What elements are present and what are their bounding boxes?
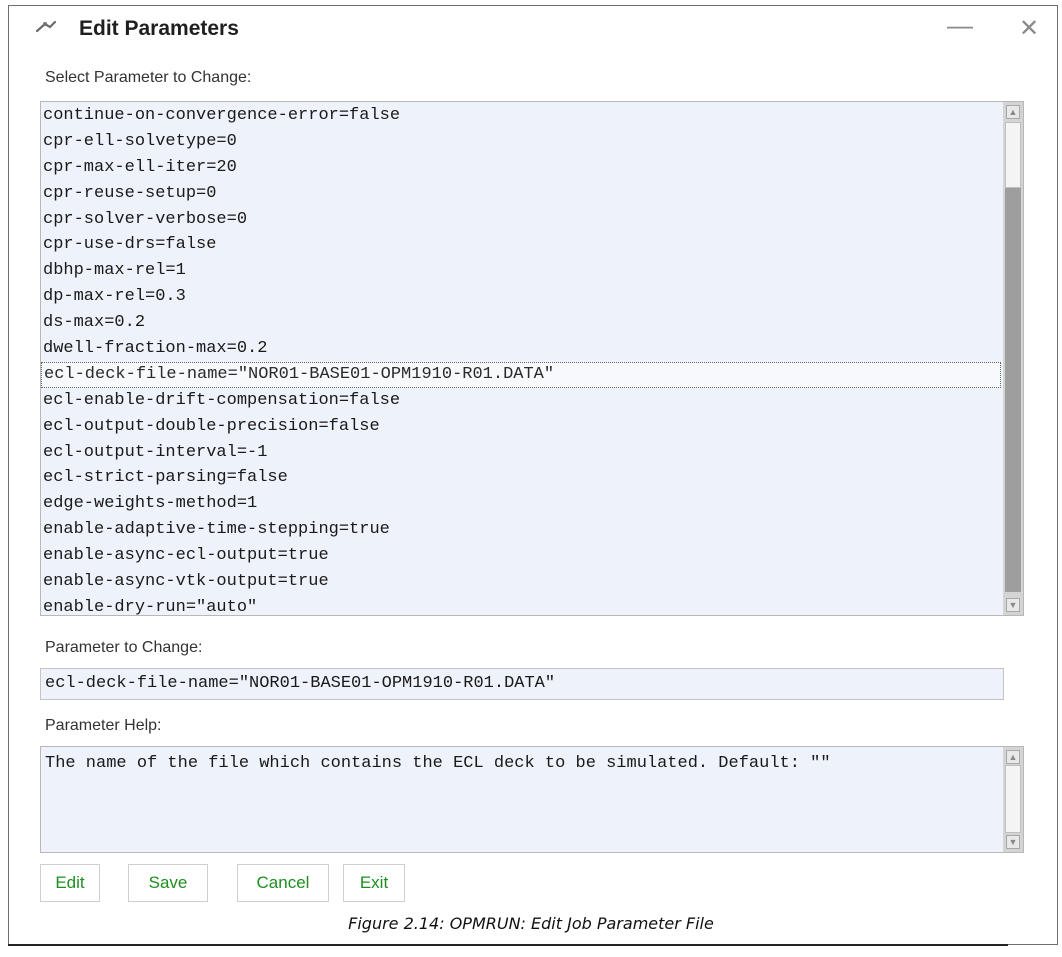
opm-logo-icon: [35, 20, 57, 33]
close-button[interactable]: ✕: [1014, 14, 1044, 44]
list-item[interactable]: edge-weights-method=1: [41, 491, 1001, 517]
exit-button[interactable]: Exit: [343, 864, 405, 902]
list-item[interactable]: dp-max-rel=0.3: [41, 284, 1001, 310]
parameter-help-label: Parameter Help:: [45, 717, 162, 734]
list-item-selected[interactable]: ecl-deck-file-name="NOR01-BASE01-OPM1910…: [41, 361, 1001, 388]
frame-bottom-rule: [8, 944, 1008, 946]
list-item[interactable]: ecl-output-double-precision=false: [41, 414, 1001, 440]
scrollbar-track[interactable]: [1005, 122, 1021, 592]
list-item[interactable]: ecl-enable-drift-compensation=false: [41, 388, 1001, 414]
save-button[interactable]: Save: [128, 864, 208, 902]
scroll-down-arrow-icon[interactable]: ▼: [1006, 598, 1020, 612]
list-item[interactable]: enable-dry-run="auto": [41, 595, 1001, 615]
parameter-help-textarea[interactable]: The name of the file which contains the …: [40, 746, 1024, 853]
parameter-to-change-label: Parameter to Change:: [45, 639, 203, 656]
list-item[interactable]: ecl-strict-parsing=false: [41, 465, 1001, 491]
scrollbar-thumb[interactable]: [1005, 122, 1021, 188]
parameter-list: continue-on-convergence-error=false cpr-e…: [41, 103, 1001, 615]
window-title: Edit Parameters: [79, 17, 239, 40]
list-item[interactable]: ds-max=0.2: [41, 310, 1001, 336]
list-item[interactable]: dbhp-max-rel=1: [41, 258, 1001, 284]
select-parameter-label: Select Parameter to Change:: [45, 69, 252, 86]
parameter-listbox[interactable]: continue-on-convergence-error=false cpr-e…: [40, 101, 1024, 616]
dialog-window: Edit Parameters — ✕ Select Parameter to …: [8, 5, 1058, 945]
parameter-to-change-field[interactable]: ecl-deck-file-name="NOR01-BASE01-OPM1910…: [40, 668, 1004, 700]
list-item[interactable]: enable-async-ecl-output=true: [41, 543, 1001, 569]
parameter-help-text: The name of the file which contains the …: [45, 754, 831, 773]
list-item[interactable]: continue-on-convergence-error=false: [41, 103, 1001, 129]
title-bar: Edit Parameters — ✕: [9, 6, 1057, 50]
list-item[interactable]: enable-adaptive-time-stepping=true: [41, 517, 1001, 543]
list-item[interactable]: cpr-solver-verbose=0: [41, 207, 1001, 233]
scroll-up-arrow-icon[interactable]: ▲: [1006, 105, 1020, 119]
help-scrollbar-thumb[interactable]: [1005, 765, 1021, 833]
figure-caption: Figure 2.14: OPMRUN: Edit Job Parameter …: [348, 914, 714, 933]
list-item[interactable]: cpr-max-ell-iter=20: [41, 155, 1001, 181]
list-item[interactable]: ecl-output-interval=-1: [41, 440, 1001, 466]
help-scroll-down-arrow-icon[interactable]: ▼: [1006, 835, 1020, 849]
list-item[interactable]: enable-async-vtk-output=true: [41, 569, 1001, 595]
minimize-button[interactable]: —: [945, 10, 975, 40]
edit-button[interactable]: Edit: [40, 864, 100, 902]
list-item[interactable]: cpr-use-drs=false: [41, 232, 1001, 258]
parameter-list-scrollbar[interactable]: ▲ ▼: [1003, 102, 1023, 615]
help-scrollbar[interactable]: ▲ ▼: [1003, 747, 1023, 852]
list-item[interactable]: dwell-fraction-max=0.2: [41, 336, 1001, 362]
help-scroll-up-arrow-icon[interactable]: ▲: [1006, 750, 1020, 764]
list-item[interactable]: cpr-ell-solvetype=0: [41, 129, 1001, 155]
list-item[interactable]: cpr-reuse-setup=0: [41, 181, 1001, 207]
cancel-button[interactable]: Cancel: [237, 864, 329, 902]
